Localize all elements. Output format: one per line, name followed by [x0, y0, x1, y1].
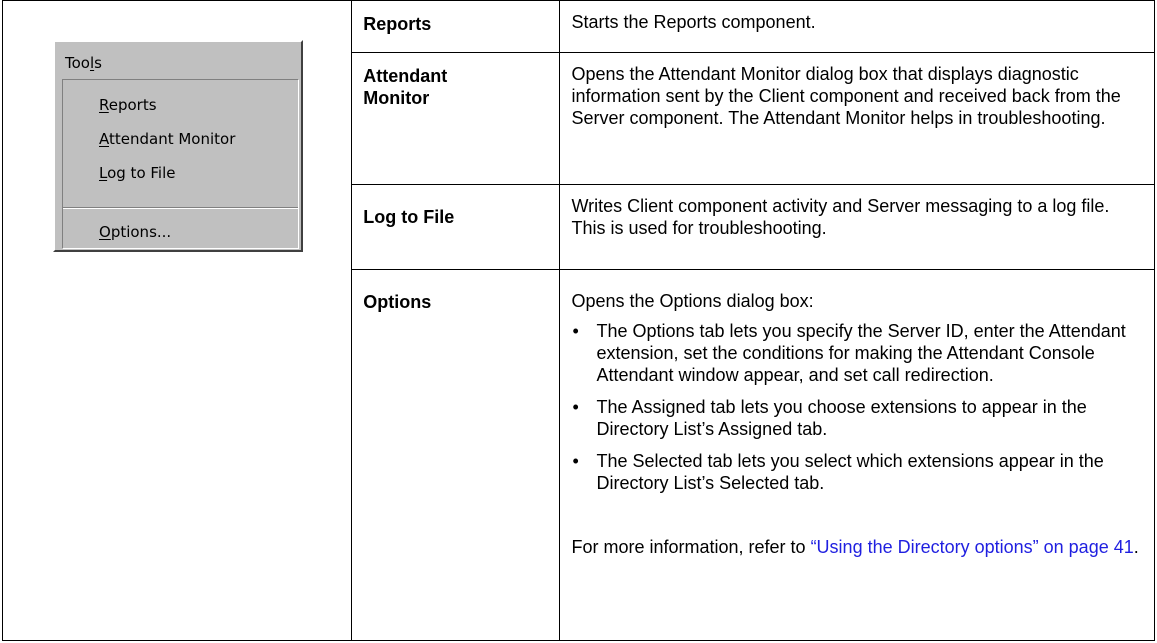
- description-cell: Writes Client component activity and Ser…: [559, 184, 1155, 270]
- menu-title-tools[interactable]: Tools: [65, 54, 102, 72]
- bullet-item: The Options tab lets you specify the Ser…: [571, 320, 1144, 386]
- description-attendant-monitor: Opens the Attendant Monitor dialog box t…: [571, 64, 1121, 128]
- term-cell: Log to File: [351, 184, 561, 270]
- term-cell: Reports: [351, 0, 561, 53]
- description-cell: Opens the Attendant Monitor dialog box t…: [559, 52, 1155, 185]
- bullet-item: The Selected tab lets you select which e…: [571, 450, 1144, 494]
- menu-item-log-to-file[interactable]: Log to File: [99, 164, 176, 182]
- menu-item-reports[interactable]: Reports: [99, 96, 157, 114]
- tools-menu: Tools Reports Attendant Monitor Log to F…: [53, 40, 303, 252]
- more-info-text: For more information, refer to “Using th…: [571, 536, 1144, 558]
- menu-item-attendant-monitor[interactable]: Attendant Monitor: [99, 130, 235, 148]
- menu-dropdown: Reports Attendant Monitor Log to File Op…: [62, 79, 299, 249]
- cross-reference-link[interactable]: “Using the Directory options” on page 41: [811, 537, 1134, 557]
- term-cell: Options: [351, 269, 561, 641]
- description-options: Opens the Options dialog box: The Option…: [560, 270, 1154, 566]
- menu-separator: [63, 207, 298, 209]
- term-log-to-file: Log to File: [363, 207, 455, 227]
- term-reports: Reports: [363, 14, 432, 34]
- more-info-prefix: For more information, refer to: [571, 537, 811, 557]
- term-attendant-monitor: Attendant Monitor: [363, 66, 448, 108]
- options-intro: Opens the Options dialog box:: [571, 291, 814, 311]
- term-options: Options: [363, 292, 432, 312]
- description-log-to-file: Writes Client component activity and Ser…: [571, 196, 1110, 238]
- description-reports: Starts the Reports component.: [571, 12, 816, 32]
- description-cell: Starts the Reports component.: [559, 0, 1155, 53]
- menu-item-options[interactable]: Options...: [99, 223, 171, 241]
- description-cell: Opens the Options dialog box: The Option…: [559, 269, 1155, 641]
- bullet-item: The Assigned tab lets you choose extensi…: [571, 396, 1144, 440]
- term-cell: Attendant Monitor: [351, 52, 561, 185]
- options-bullet-list: The Options tab lets you specify the Ser…: [571, 320, 1144, 494]
- more-info-suffix: .: [1133, 537, 1139, 557]
